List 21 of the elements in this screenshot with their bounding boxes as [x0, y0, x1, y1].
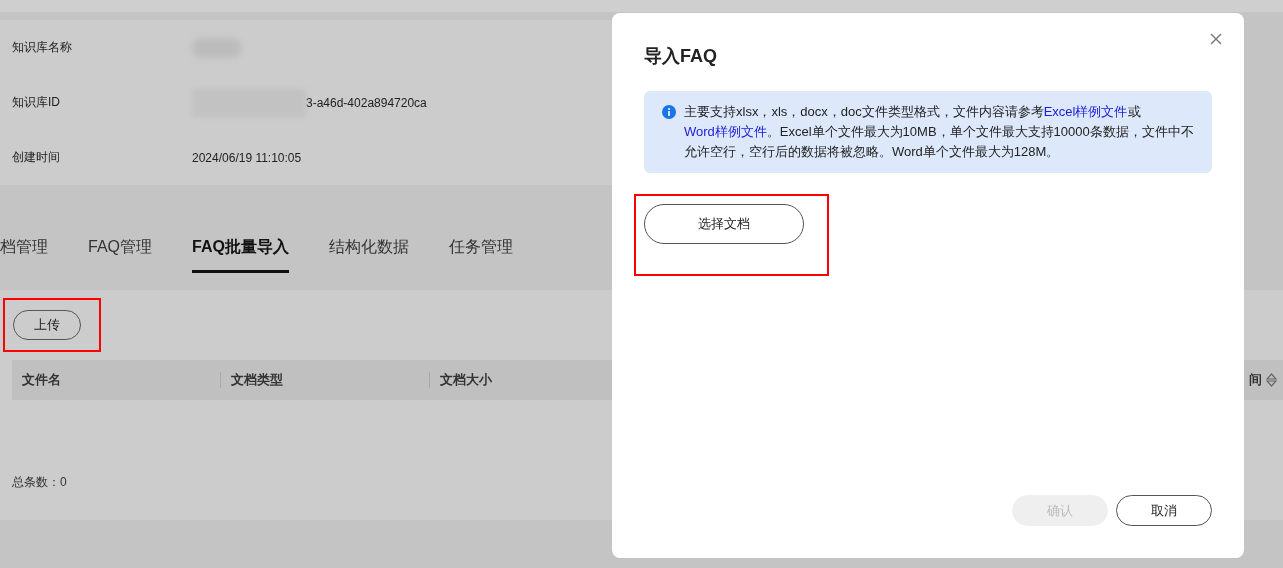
- close-icon[interactable]: [1210, 33, 1222, 45]
- dialog-title: 导入FAQ: [644, 45, 718, 68]
- column-header: 间: [1249, 372, 1262, 388]
- column-header: 文件名: [21, 372, 62, 388]
- field-value: 3-a46d-402a894720ca: [306, 95, 427, 110]
- tab[interactable]: 任务管理: [448, 222, 513, 273]
- notice-text: 主要支持xlsx，xls，docx，doc文件类型格式，文件内容请参考Excel样例文件或 Word样例文件。Excel单个文件最大为10MB，单个文件最大支持10000条数据，文件中不允许空行，空行后的数据将被忽略。Word单个文件最大为128M。: [684, 103, 1195, 161]
- field-label: 知识库ID: [12, 94, 61, 111]
- sort-icon[interactable]: [1266, 373, 1277, 387]
- field-value: 2024/06/19 11:10:05: [192, 150, 302, 165]
- sample-file-link[interactable]: Excel样例文件: [1043, 104, 1128, 119]
- tab[interactable]: 档管理: [0, 222, 48, 273]
- tab[interactable]: FAQ批量导入: [192, 222, 289, 273]
- field-label: 知识库名称: [12, 39, 73, 56]
- tab[interactable]: FAQ管理: [88, 222, 152, 273]
- field-label: 创建时间: [12, 149, 61, 166]
- column-header: 文档类型: [220, 372, 429, 388]
- tab[interactable]: 结构化数据: [328, 222, 409, 273]
- total-count: 总条数：0: [12, 474, 67, 491]
- sample-file-link[interactable]: Word样例文件: [684, 124, 767, 139]
- info-icon: [662, 105, 676, 119]
